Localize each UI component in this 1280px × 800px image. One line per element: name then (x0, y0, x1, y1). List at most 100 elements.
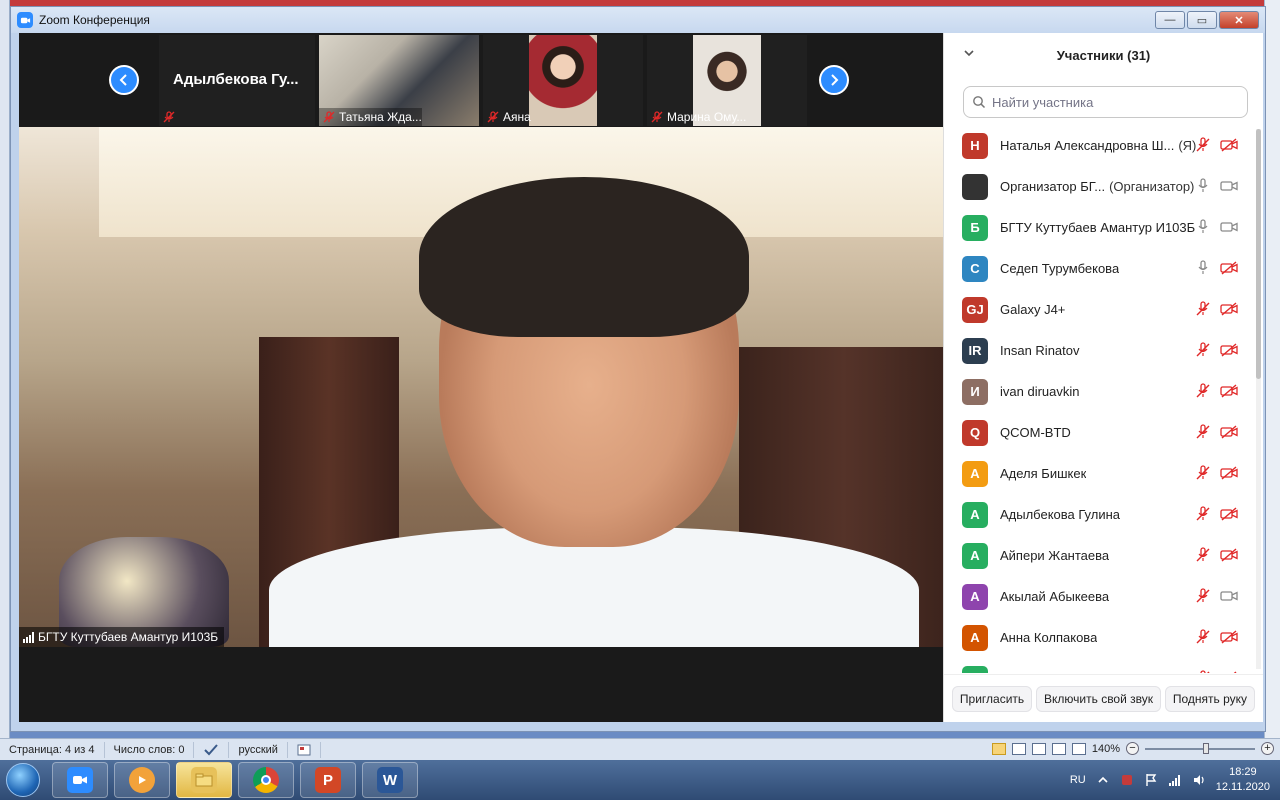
search-input[interactable] (992, 94, 1232, 110)
participant-list: Н Наталья Александровна Ш... (Я) Организато… (944, 125, 1254, 673)
participant-row[interactable]: А Анна Колпакова (944, 617, 1254, 658)
taskbar-chrome[interactable] (238, 762, 294, 798)
participant-status (1194, 301, 1238, 317)
camera-icon (1220, 222, 1238, 232)
participant-row[interactable]: А Айпери Жантаева (944, 535, 1254, 576)
zoom-slider-thumb[interactable] (1203, 742, 1209, 754)
video-tile[interactable]: Татьяна Жда... (319, 35, 479, 126)
start-button[interactable] (0, 760, 46, 800)
participant-row[interactable]: Q QCOM-BTD (944, 412, 1254, 453)
participant-row[interactable]: А Аделя Бишкек (944, 453, 1254, 494)
volume-icon[interactable] (1192, 773, 1206, 787)
participant-name: ivan diruavkin (1000, 384, 1080, 399)
print-layout-view-icon[interactable] (991, 742, 1006, 755)
camera-off-icon (1220, 466, 1238, 480)
strip-prev-button[interactable] (109, 65, 139, 95)
mic-muted-icon (651, 111, 663, 123)
camera-icon (1220, 591, 1238, 601)
participant-name: QCOM-BTD (1000, 425, 1071, 440)
camera-off-icon (1220, 425, 1238, 439)
video-tile[interactable]: Марина Ому... (647, 35, 807, 126)
macro-status[interactable] (288, 741, 321, 758)
participant-row[interactable]: IR Insan Rinatov (944, 330, 1254, 371)
word-icon: W (377, 767, 403, 793)
clock[interactable]: 18:29 12.11.2020 (1216, 765, 1270, 795)
participant-name: Анна Колпакова (1000, 630, 1098, 645)
outline-view-icon[interactable] (1051, 742, 1066, 755)
panel-header: Участники (31) (944, 33, 1263, 77)
minimize-button[interactable]: — (1155, 11, 1185, 29)
mic-muted-icon (1200, 670, 1210, 673)
participant-row[interactable]: Б БГТУ Куттубаев Амантур И103Б (944, 207, 1254, 248)
mic-muted-icon (1196, 383, 1210, 398)
taskbar-powerpoint[interactable]: P (300, 762, 356, 798)
participant-row[interactable]: Иivan diruavkin (944, 371, 1254, 412)
macro-record-icon (297, 744, 311, 755)
language-indicator[interactable]: русский (229, 741, 288, 758)
participant-row[interactable]: GJ Galaxy J4+ (944, 289, 1254, 330)
participant-status (1194, 588, 1238, 604)
zoom-out-button[interactable]: − (1126, 742, 1139, 755)
windows-logo-icon (6, 763, 40, 797)
participant-row[interactable]: С Седеп Турумбекова (944, 248, 1254, 289)
participant-row[interactable]: Организатор БГ... (Организатор) (944, 166, 1254, 207)
chevron-down-icon[interactable] (962, 46, 976, 60)
window-title: Zoom Конференция (39, 13, 150, 27)
word-status-bar: Страница: 4 из 4 Число слов: 0 русский 1… (0, 738, 1280, 760)
show-hidden-icons-icon[interactable] (1096, 773, 1110, 787)
spellcheck-status[interactable] (194, 741, 230, 758)
word-count[interactable]: Число слов: 0 (105, 741, 195, 758)
action-center-flag-icon[interactable] (1144, 773, 1158, 787)
page-count[interactable]: Страница: 4 из 4 (0, 741, 105, 758)
participant-row[interactable]: Н Наталья Александровна Ш... (Я) (944, 125, 1254, 166)
raise-hand-button[interactable]: Поднять руку (1164, 685, 1256, 712)
clock-date: 12.11.2020 (1215, 781, 1270, 793)
close-button[interactable]: ✕ (1219, 11, 1259, 29)
mic-muted-icon (1196, 424, 1210, 439)
title-bar[interactable]: Zoom Конференция — ▭ ✕ (11, 7, 1265, 33)
maximize-button[interactable]: ▭ (1187, 11, 1217, 29)
participant-row[interactable]: А Адылбекова Гулина (944, 494, 1254, 535)
speaker-name-label: БГТУ Куттубаев Амантур И103Б (19, 627, 225, 647)
avatar: Q (962, 419, 988, 446)
zoom-level[interactable]: 140% (1092, 743, 1120, 755)
tile-name: Татьяна Жда... (339, 110, 422, 124)
participant-list-scrollbar[interactable] (1256, 129, 1261, 669)
search-icon (973, 96, 986, 109)
invite-button[interactable]: Пригласить (951, 685, 1033, 712)
taskbar-explorer[interactable] (176, 762, 232, 798)
participant-status (1194, 506, 1238, 522)
keyboard-language[interactable]: RU (1070, 774, 1086, 786)
web-layout-view-icon[interactable] (1031, 742, 1046, 755)
video-tile[interactable]: Адылбекова Гу... (159, 35, 315, 126)
participant-name: Айпери Жантаева (1000, 548, 1110, 563)
unmute-self-button[interactable]: Включить свой звук (1036, 685, 1162, 712)
zoom-slider[interactable] (1145, 742, 1255, 754)
participants-panel: Участники (31) Н Наталья Александровна Ш.… (943, 33, 1263, 722)
taskbar-word[interactable]: W (362, 762, 418, 798)
mic-muted-icon (1196, 629, 1210, 644)
participant-row[interactable]: А Акылай Абыкеева (944, 576, 1254, 617)
active-speaker-video[interactable]: БГТУ Куттубаев Амантур И103Б (19, 127, 943, 647)
participant-name: Аделя Бишкек (1000, 466, 1087, 481)
zoom-in-button[interactable]: + (1261, 742, 1274, 755)
tile-name: Адылбекова Гу... (173, 71, 299, 88)
strip-next-button[interactable] (819, 65, 849, 95)
clock-time: 18:29 (1229, 766, 1257, 778)
participant-status (1194, 383, 1238, 399)
taskbar-media-player[interactable] (114, 762, 170, 798)
chevron-right-icon (831, 74, 839, 86)
participant-row[interactable] (944, 658, 1254, 673)
antivirus-icon[interactable] (1120, 773, 1134, 787)
scrollbar-thumb[interactable] (1256, 129, 1261, 379)
mic-icon (1198, 260, 1208, 274)
tile-name-bar: Аяна (483, 108, 531, 126)
participant-name: Седеп Турумбекова (1000, 261, 1120, 276)
draft-view-icon[interactable] (1071, 742, 1086, 755)
participant-name: Адылбекова Гулина (1000, 507, 1121, 522)
participant-search[interactable] (963, 86, 1248, 118)
taskbar-zoom[interactable] (52, 762, 108, 798)
video-tile[interactable]: Аяна (483, 35, 643, 126)
network-signal-icon[interactable] (1168, 773, 1182, 787)
reading-view-icon[interactable] (1011, 742, 1026, 755)
